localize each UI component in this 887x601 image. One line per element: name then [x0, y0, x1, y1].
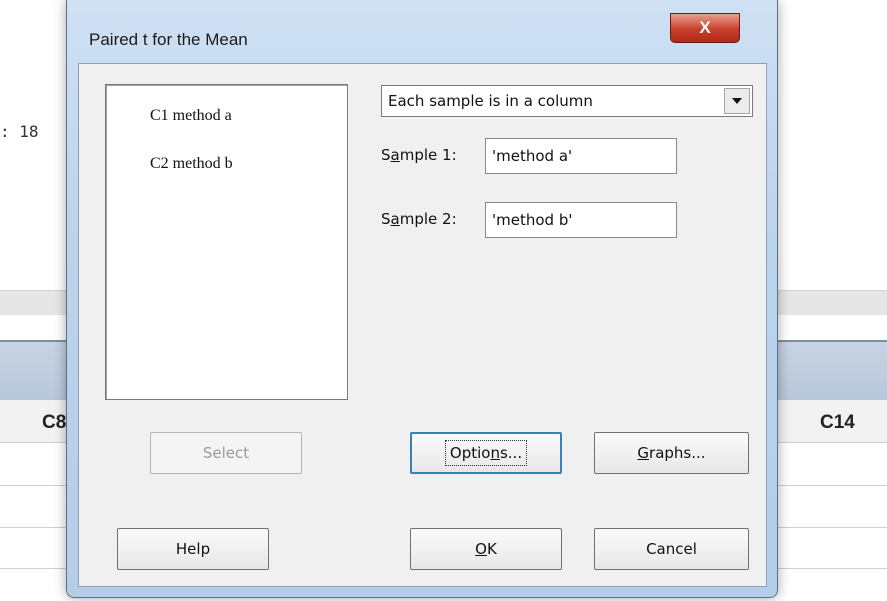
graphs-button[interactable]: Graphs...	[594, 432, 749, 474]
list-item[interactable]: C2 method b	[150, 155, 233, 173]
variable-list[interactable]: C1 method a C2 method b	[105, 84, 348, 400]
sample1-input[interactable]	[485, 138, 677, 174]
sample2-label: Sample 2:	[381, 210, 457, 228]
chevron-down-icon[interactable]	[724, 88, 750, 114]
select-button[interactable]: Select	[150, 432, 302, 474]
sample-mode-value: Each sample is in a column	[388, 92, 593, 110]
close-button[interactable]: X	[670, 13, 740, 43]
options-button[interactable]: Options...	[410, 432, 562, 474]
session-window-text: : 18	[0, 122, 39, 141]
help-button[interactable]: Help	[117, 528, 269, 570]
sample2-input[interactable]	[485, 202, 677, 238]
column-header-c14[interactable]: C14	[820, 412, 855, 434]
dialog-client-area: C1 method a C2 method b Each sample is i…	[78, 63, 767, 587]
list-item[interactable]: C1 method a	[150, 107, 232, 125]
dialog-title: Paired t for the Mean	[89, 30, 248, 49]
sample-mode-dropdown[interactable]: Each sample is in a column	[381, 85, 753, 117]
close-icon: X	[699, 18, 711, 37]
column-header-c8[interactable]: C8	[42, 412, 66, 434]
ok-button[interactable]: OK	[410, 528, 562, 570]
sample1-label: Sample 1:	[381, 146, 457, 164]
cancel-button[interactable]: Cancel	[594, 528, 749, 570]
paired-t-dialog: Paired t for the Mean X C1 method a C2 m…	[66, 0, 778, 598]
